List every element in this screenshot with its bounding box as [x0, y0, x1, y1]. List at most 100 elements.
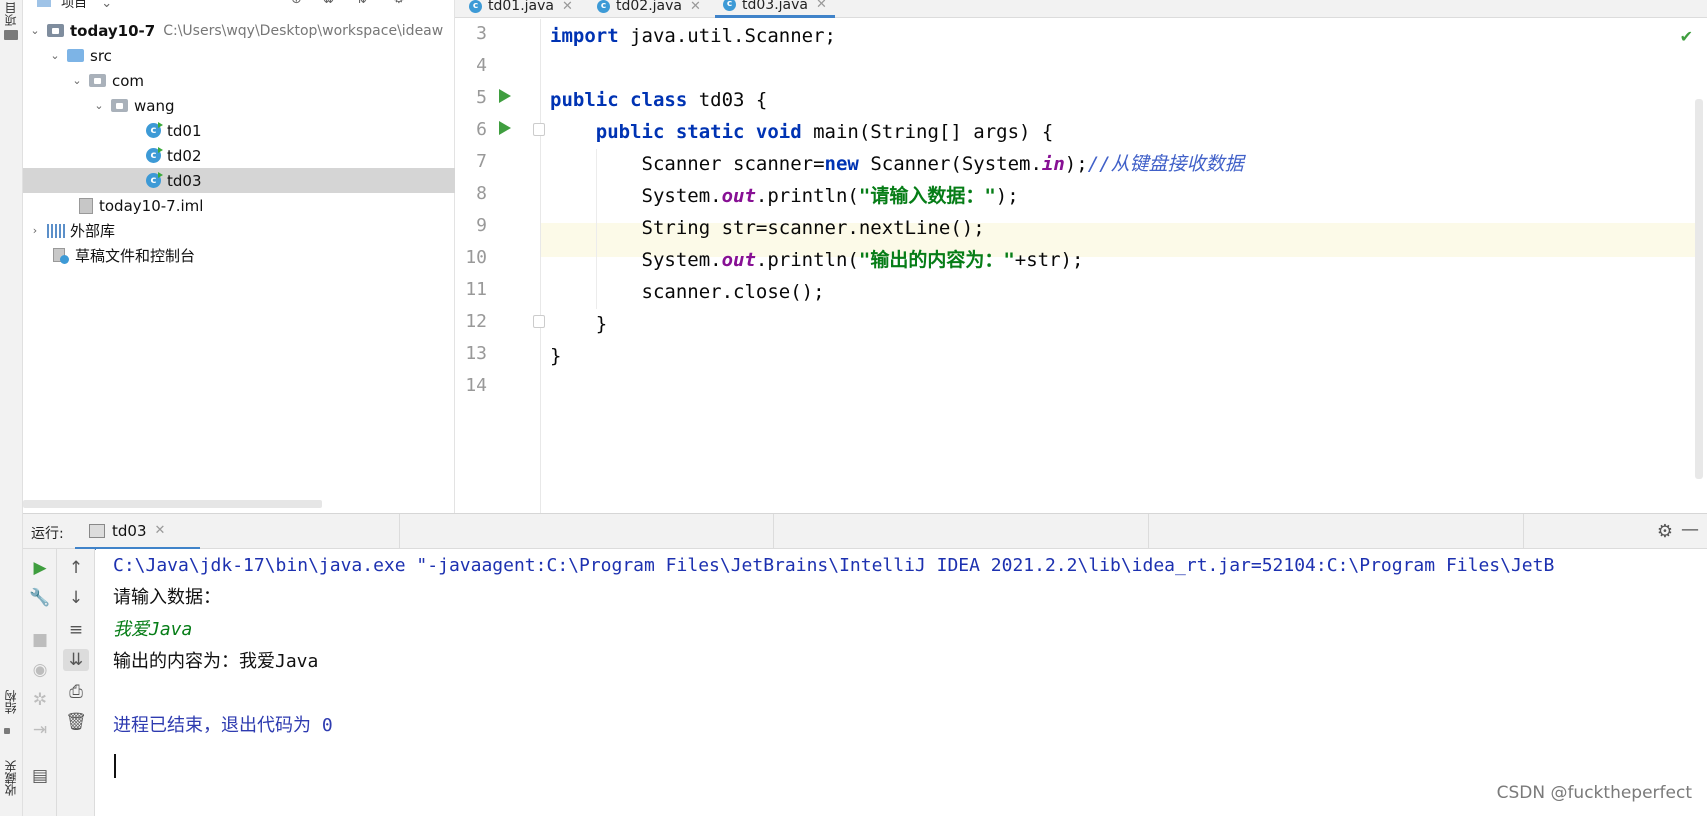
scratches-icon — [53, 247, 69, 264]
source-folder-icon — [67, 49, 84, 62]
arrow-up-icon[interactable]: ↑ — [65, 557, 87, 579]
code-line-7: Scanner scanner=new Scanner(System.in);/… — [550, 153, 1244, 175]
line-number: 13 — [465, 343, 487, 364]
tree-item-td02[interactable]: c td02 — [23, 143, 455, 168]
tree-item-label: td03 — [167, 171, 202, 190]
tree-item-wang[interactable]: ⌄ wang — [23, 93, 455, 118]
package-icon — [89, 74, 106, 87]
structure-icon[interactable] — [4, 728, 10, 734]
soft-wrap-icon[interactable]: ≡ — [65, 619, 87, 641]
toolbar-divider — [56, 549, 57, 816]
run-console[interactable]: C:\Java\jdk-17\bin\java.exe "-javaagent:… — [96, 549, 1707, 816]
gear-icon[interactable]: ⚙ — [1657, 521, 1673, 542]
close-icon[interactable]: ✕ — [690, 0, 701, 14]
run-tab-td03[interactable]: td03 ✕ — [75, 514, 200, 550]
line-number: 12 — [465, 311, 487, 332]
horizontal-scrollbar[interactable] — [23, 500, 322, 508]
wrench-icon[interactable]: 🔧 — [29, 587, 51, 609]
vertical-scrollbar[interactable] — [1695, 99, 1703, 479]
tree-item-iml[interactable]: today10-7.iml — [23, 193, 455, 218]
tab-label: td02.java — [616, 0, 682, 14]
tree-item-com[interactable]: ⌄ com — [23, 68, 455, 93]
run-panel-label: 运行: — [31, 526, 64, 542]
locate-icon[interactable]: ⊕ — [291, 0, 302, 7]
layout-icon[interactable]: ▤ — [29, 765, 51, 787]
scroll-to-end-icon[interactable]: ⇊ — [63, 649, 89, 671]
chevron-down-icon[interactable]: ⌄ — [93, 99, 105, 112]
java-class-icon: c — [597, 0, 610, 13]
editor-gutter: 3 4 5 6 7 8 9 10 11 12 13 14 — [455, 19, 545, 513]
exit-icon[interactable]: ⇥ — [29, 719, 51, 741]
tree-item-label: td02 — [167, 146, 202, 165]
chevron-down-icon[interactable]: ⌄ — [71, 74, 83, 87]
java-class-icon: c — [146, 172, 163, 188]
code-line-8: System.out.println("请输入数据："); — [550, 185, 1019, 207]
project-path: C:\Users\wqy\Desktop\workspace\ideaw — [163, 22, 444, 39]
tab-label: td03.java — [742, 0, 808, 13]
tree-item-label: today10-7.iml — [99, 196, 204, 215]
camera-icon[interactable]: ◉ — [29, 659, 51, 681]
package-icon — [111, 99, 128, 112]
tab-td01[interactable]: c td01.java ✕ — [469, 0, 573, 18]
rerun-icon[interactable]: ▶ — [29, 557, 51, 579]
tab-td03[interactable]: c td03.java ✕ — [715, 0, 835, 18]
tree-item-td03[interactable]: c td03 — [23, 168, 455, 193]
trash-icon[interactable]: 🗑 — [65, 711, 87, 733]
collapse-all-icon[interactable]: ⇊ — [323, 0, 334, 7]
line-number: 11 — [465, 279, 487, 300]
line-number: 10 — [465, 247, 487, 268]
tree-item-label: 外部库 — [70, 222, 116, 240]
hide-panel-icon[interactable]: — — [423, 0, 436, 7]
project-view-label[interactable]: 项目 — [61, 0, 87, 11]
run-tab-label: td03 — [112, 521, 147, 540]
stop-icon[interactable]: ■ — [29, 629, 51, 651]
code-editor[interactable]: 3 4 5 6 7 8 9 10 11 12 13 14 import java… — [455, 19, 1707, 513]
chevron-down-icon[interactable]: ⌄ — [49, 49, 61, 62]
close-icon[interactable]: ✕ — [562, 0, 573, 14]
watermark: CSDN @fucktheperfect — [1496, 783, 1692, 803]
structure-tool-label[interactable]: 结构 — [2, 690, 19, 714]
fold-icon[interactable] — [533, 123, 545, 136]
chevron-down-icon[interactable]: ⌄ — [101, 0, 112, 11]
debug-icon[interactable]: ✲ — [29, 689, 51, 711]
print-icon[interactable]: ⎙ — [65, 681, 87, 703]
library-icon — [47, 223, 65, 238]
project-panel-header: 项目 ⌄ ⊕ ⇊ ⇅ ⚙ — — [23, 0, 455, 12]
minimize-icon[interactable]: — — [1681, 519, 1699, 540]
code-line-13: } — [550, 345, 562, 367]
line-number: 5 — [476, 87, 487, 108]
run-panel-header: 运行: td03 ✕ ⚙ — — [23, 513, 1707, 550]
expand-all-icon[interactable]: ⇅ — [356, 0, 367, 7]
tree-item-td01[interactable]: c td01 — [23, 118, 455, 143]
inspection-ok-icon[interactable]: ✔ — [1680, 27, 1693, 46]
run-toolbar: ▶ 🔧 ■ ◉ ✲ ⇥ ▤ ↑ ↓ ≡ ⇊ ⎙ 🗑 — [23, 549, 95, 816]
tree-item-src[interactable]: ⌄ src — [23, 43, 455, 68]
project-tool-label[interactable]: 项目 — [2, 2, 19, 26]
console-output-line: 输出的内容为：我爱Java — [113, 651, 319, 672]
code-line-11: scanner.close(); — [550, 281, 825, 303]
chevron-down-icon[interactable]: ⌄ — [29, 24, 41, 37]
tree-item-label: com — [112, 71, 145, 90]
favorites-tool-label[interactable]: 收藏夹 — [2, 760, 19, 796]
close-icon[interactable]: ✕ — [816, 0, 827, 12]
console-exit-line: 进程已结束，退出代码为 0 — [113, 715, 333, 736]
tree-item-scratches[interactable]: 草稿文件和控制台 — [23, 243, 455, 268]
project-folder-icon[interactable] — [4, 30, 18, 40]
gear-icon[interactable]: ⚙ — [393, 0, 405, 7]
tree-item-label: td01 — [167, 121, 202, 140]
console-command-line: C:\Java\jdk-17\bin\java.exe "-javaagent:… — [113, 555, 1555, 576]
code-line-5: public class td03 { — [550, 89, 768, 111]
tree-item-label: 草稿文件和控制台 — [75, 247, 196, 265]
console-input-line: 我爱Java — [113, 619, 193, 640]
tree-item-external-libraries[interactable]: › 外部库 — [23, 218, 455, 243]
run-main-icon[interactable] — [499, 121, 511, 135]
tree-item-project-root[interactable]: ⌄ today10-7 C:\Users\wqy\Desktop\workspa… — [23, 18, 455, 43]
tab-td02[interactable]: c td02.java ✕ — [597, 0, 701, 18]
arrow-down-icon[interactable]: ↓ — [65, 587, 87, 609]
close-icon[interactable]: ✕ — [155, 523, 166, 538]
run-class-icon[interactable] — [499, 89, 511, 103]
fold-icon[interactable] — [533, 315, 545, 328]
console-icon — [89, 523, 105, 538]
chevron-right-icon[interactable]: › — [29, 224, 41, 237]
code-line-6: public static void main(String[] args) { — [595, 121, 1054, 143]
